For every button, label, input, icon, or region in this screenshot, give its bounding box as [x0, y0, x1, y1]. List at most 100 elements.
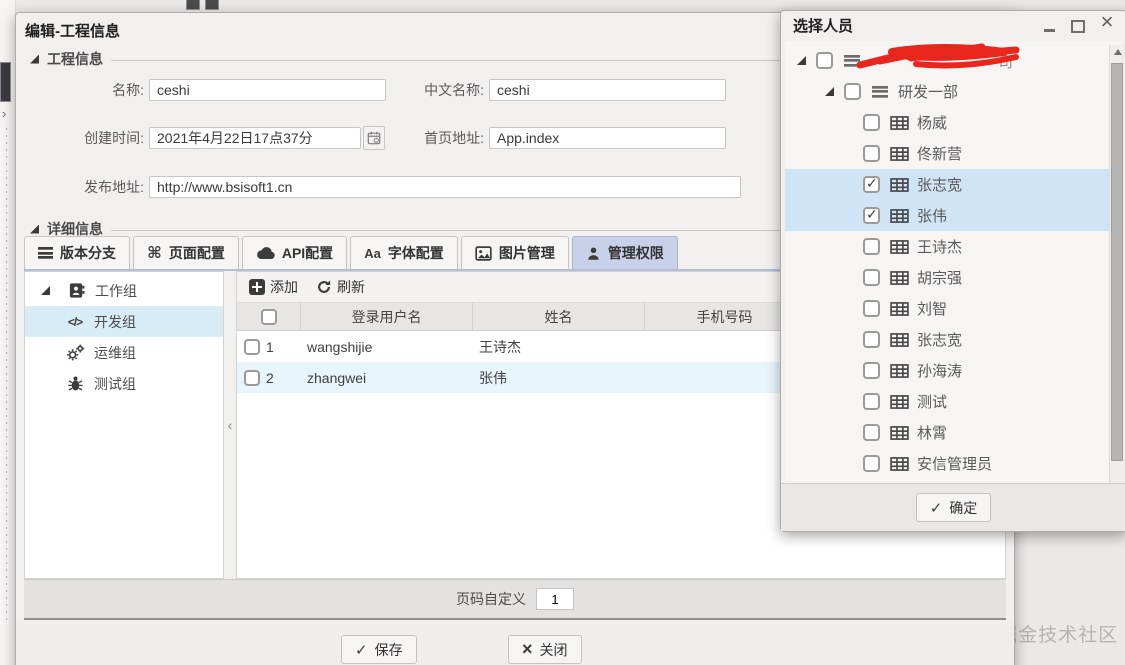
name-input[interactable]	[149, 79, 386, 101]
person-tree-label: 王诗杰	[917, 239, 963, 256]
person-tree-item-12[interactable]: 林霄	[785, 417, 1122, 448]
tab-label: 管理权限	[607, 245, 664, 261]
tab-label: API配置	[281, 245, 334, 261]
column-header-username[interactable]: 登录用户名	[301, 303, 473, 330]
create-time-input[interactable]	[149, 127, 361, 149]
personnel-tree: 司研发一部杨威佟新营张志宽张伟王诗杰胡宗强刘智张志宽孙海涛测试林霄安信管理员	[785, 41, 1122, 483]
person-checkbox[interactable]	[863, 455, 880, 472]
contacts-icon	[68, 282, 85, 299]
person-tree-item-1[interactable]: 研发一部	[785, 76, 1122, 107]
row-checkbox[interactable]	[244, 338, 260, 355]
cn-name-input[interactable]	[489, 79, 726, 101]
expander-icon[interactable]	[797, 56, 806, 65]
select-dialog-footer: 确定	[781, 483, 1125, 531]
select-all-column-header[interactable]	[237, 303, 301, 330]
group-tree-item-2[interactable]: 运维组	[25, 337, 223, 368]
person-checkbox[interactable]	[816, 52, 833, 69]
scrollbar-thumb[interactable]	[1111, 63, 1123, 461]
row-checkbox[interactable]	[244, 369, 260, 386]
person-tree-item-10[interactable]: 孙海涛	[785, 355, 1122, 386]
select-all-checkbox[interactable]	[260, 308, 277, 325]
group-tree-panel: 工作组开发组运维组测试组	[24, 271, 224, 579]
screen: 编辑-工程信息 工程信息 名称: 中文名称: 创建时间: 首页地址: 发布地址:	[0, 0, 1125, 665]
expander-icon[interactable]	[41, 286, 50, 295]
person-tree-item-11[interactable]: 测试	[785, 386, 1122, 417]
person-tree-item-9[interactable]: 张志宽	[785, 324, 1122, 355]
person-tree-item-8[interactable]: 刘智	[785, 293, 1122, 324]
person-checkbox[interactable]	[863, 300, 880, 317]
close-icon	[1101, 13, 1114, 34]
person-checkbox[interactable]	[863, 393, 880, 410]
check-icon	[930, 499, 943, 517]
save-button[interactable]: 保存	[341, 635, 417, 664]
tab-0[interactable]: 版本分支	[24, 236, 130, 269]
name-label: 名称:	[112, 82, 144, 98]
admin-icon	[586, 246, 601, 261]
menu-icon	[872, 85, 888, 98]
person-checkbox[interactable]	[863, 176, 880, 193]
person-tree-label: 胡宗强	[917, 270, 963, 287]
person-checkbox[interactable]	[863, 145, 880, 162]
person-tree-label: 测试	[917, 394, 948, 411]
person-tree-item-0[interactable]: 司	[785, 43, 1122, 76]
person-checkbox[interactable]	[863, 238, 880, 255]
page-number-input[interactable]	[536, 588, 574, 610]
person-tree-item-6[interactable]: 王诗杰	[785, 231, 1122, 262]
tab-label: 图片管理	[498, 245, 555, 261]
person-tree-item-3[interactable]: 佟新营	[785, 138, 1122, 169]
close-button[interactable]: 关闭	[508, 635, 582, 664]
person-checkbox[interactable]	[844, 83, 861, 100]
calendar-picker-button[interactable]	[363, 126, 385, 150]
home-url-input[interactable]	[489, 127, 726, 149]
ok-button[interactable]: 确定	[915, 493, 992, 522]
tab-1[interactable]: 页面配置	[133, 236, 239, 269]
row-index: 2	[266, 369, 274, 386]
group-tree-label: 运维组	[94, 344, 136, 361]
person-tree-label: 佟新营	[917, 146, 963, 163]
person-tree-item-5[interactable]: 张伟	[785, 200, 1122, 231]
page-custom-label: 页码自定义	[456, 591, 526, 607]
collapse-triangle-icon	[30, 54, 39, 64]
window-close-button[interactable]	[1097, 16, 1117, 34]
cloud-icon	[256, 246, 275, 260]
person-tree-item-7[interactable]: 胡宗强	[785, 262, 1122, 293]
close-button-label: 关闭	[539, 641, 568, 658]
vertical-scrollbar[interactable]	[1109, 45, 1125, 495]
cell-username: wangshijie	[307, 338, 373, 355]
publish-url-input[interactable]	[149, 176, 741, 198]
collapse-triangle-icon	[30, 224, 39, 234]
tab-3[interactable]: 字体配置	[350, 236, 458, 269]
group-tree-item-1[interactable]: 开发组	[25, 306, 223, 337]
person-tree-label: 研发一部	[898, 84, 959, 101]
scroll-up-icon[interactable]	[1110, 45, 1125, 59]
row-select-cell: 2	[237, 362, 301, 393]
save-button-label: 保存	[374, 641, 403, 658]
maximize-button[interactable]	[1068, 16, 1088, 34]
x-icon	[522, 642, 533, 658]
person-tree-item-4[interactable]: 张志宽	[785, 169, 1122, 200]
tab-4[interactable]: 图片管理	[460, 236, 569, 269]
person-checkbox[interactable]	[863, 424, 880, 441]
group-tree-item-3[interactable]: 测试组	[25, 368, 223, 399]
tab-5[interactable]: 管理权限	[571, 236, 678, 269]
person-tree-item-13[interactable]: 安信管理员	[785, 448, 1122, 479]
add-button[interactable]: 添加	[249, 277, 298, 297]
group-tree-item-0[interactable]: 工作组	[25, 275, 223, 306]
select-dialog-title: 选择人员	[793, 17, 854, 35]
column-header-name[interactable]: 姓名	[473, 303, 645, 330]
ok-button-label: 确定	[949, 499, 978, 516]
person-checkbox[interactable]	[863, 269, 880, 286]
refresh-button[interactable]: 刷新	[316, 277, 365, 297]
splitter-collapse-button[interactable]	[224, 271, 236, 579]
tab-2[interactable]: API配置	[241, 236, 348, 269]
tab-label: 字体配置	[387, 245, 444, 261]
minimize-button[interactable]	[1039, 16, 1059, 34]
person-checkbox[interactable]	[863, 362, 880, 379]
person-tree-item-2[interactable]: 杨威	[785, 107, 1122, 138]
person-checkbox[interactable]	[863, 114, 880, 131]
expander-icon[interactable]	[825, 87, 834, 96]
tab-label: 版本分支	[60, 245, 116, 261]
person-checkbox[interactable]	[863, 331, 880, 348]
person-checkbox[interactable]	[863, 207, 880, 224]
command-icon	[147, 243, 162, 263]
